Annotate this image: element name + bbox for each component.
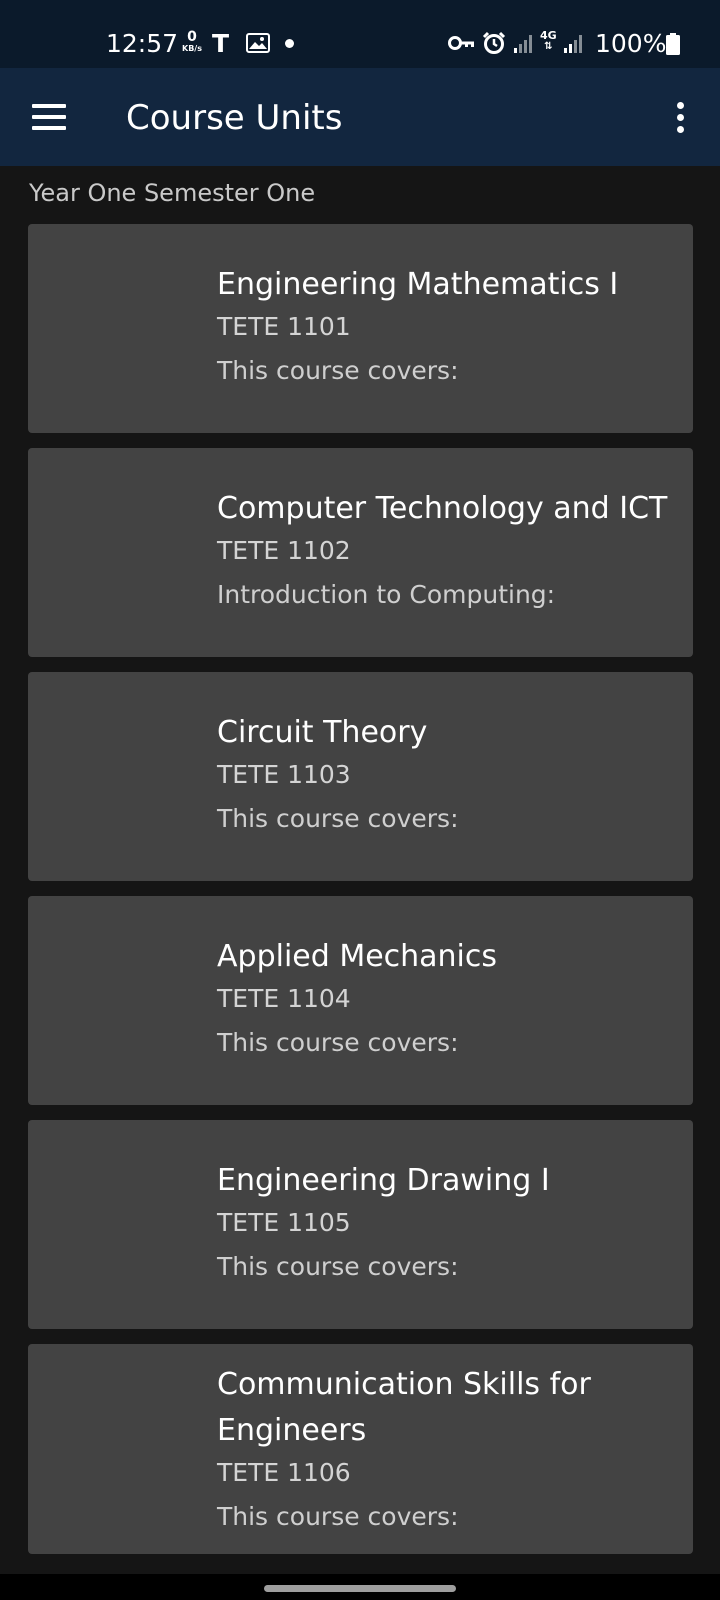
hamburger-menu-icon[interactable] (32, 104, 66, 130)
course-code: TETE 1101 (217, 312, 351, 341)
course-code: TETE 1104 (217, 984, 351, 1013)
course-description: This course covers: (217, 1502, 459, 1531)
course-title: Applied Mechanics (217, 939, 498, 974)
status-time: 12:57 (106, 29, 179, 58)
course-card[interactable]: Circuit Theory TETE 1103 This course cov… (28, 672, 693, 881)
data-arrows-icon: ⇅ (544, 41, 553, 52)
t-notification-icon: T (212, 29, 230, 58)
image-icon (246, 33, 270, 53)
course-description: This course covers: (217, 1252, 459, 1281)
course-list: Engineering Mathematics I TETE 1101 This… (28, 224, 693, 1569)
navigation-bar (0, 1574, 720, 1600)
dot-icon (285, 39, 294, 48)
course-code: TETE 1103 (217, 760, 351, 789)
course-code: TETE 1102 (217, 536, 351, 565)
course-card[interactable]: Applied Mechanics TETE 1104 This course … (28, 896, 693, 1105)
course-card[interactable]: Computer Technology and ICT TETE 1102 In… (28, 448, 693, 657)
alarm-icon (482, 31, 506, 54)
vpn-key-icon (448, 36, 474, 50)
home-gesture-handle[interactable] (264, 1585, 456, 1592)
status-bar: 12:57 0 KB/s T 4G ⇅ 100% (0, 0, 720, 68)
section-label: Year One Semester One (29, 179, 316, 207)
course-title: Communication Skills for Engineers (217, 1367, 591, 1448)
course-title: Engineering Mathematics I (217, 267, 619, 302)
data-rate-value: 0 (187, 29, 197, 45)
course-code: TETE 1105 (217, 1208, 351, 1237)
course-title: Circuit Theory (217, 715, 428, 750)
signal-icon (514, 35, 532, 53)
course-title: Computer Technology and ICT (217, 491, 668, 526)
data-rate-indicator: 0 KB/s (178, 30, 206, 54)
4g-icon: 4G ⇅ (540, 30, 557, 52)
course-code: TETE 1106 (217, 1458, 351, 1487)
app-bar: Course Units (0, 68, 720, 166)
data-rate-unit: KB/s (182, 44, 202, 53)
battery-percentage: 100% (595, 29, 667, 58)
course-description: Introduction to Computing: (217, 580, 556, 609)
more-vertical-icon[interactable] (672, 100, 688, 136)
course-card[interactable]: Engineering Mathematics I TETE 1101 This… (28, 224, 693, 433)
page-title: Course Units (126, 98, 343, 138)
signal-icon (564, 35, 582, 53)
course-card[interactable]: Engineering Drawing I TETE 1105 This cou… (28, 1120, 693, 1329)
course-title: Engineering Drawing I (217, 1163, 550, 1198)
course-description: This course covers: (217, 356, 459, 385)
battery-icon (666, 33, 680, 55)
course-description: This course covers: (217, 1028, 459, 1057)
course-card[interactable]: Communication Skills for Engineers TETE … (28, 1344, 693, 1554)
course-description: This course covers: (217, 804, 459, 833)
